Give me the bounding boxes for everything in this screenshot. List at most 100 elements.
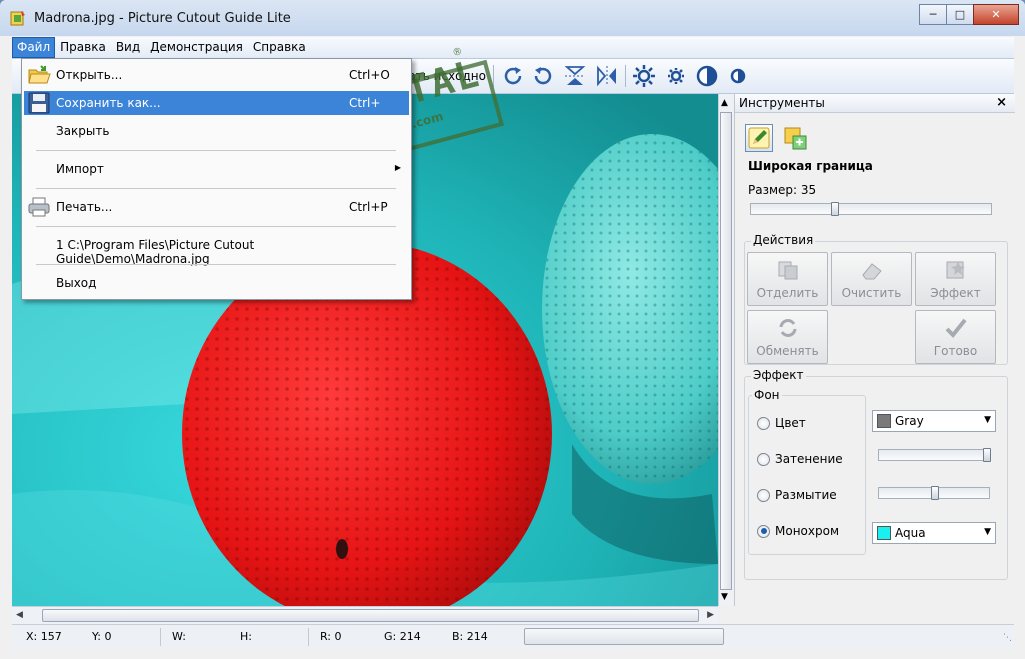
menu-exit-label: Выход [56,276,97,290]
shading-slider-thumb[interactable] [983,448,991,462]
vertical-scroll-thumb[interactable] [720,112,732,590]
radio-blur[interactable]: Размытие [757,488,837,502]
shading-slider[interactable] [878,448,991,462]
status-y: Y: 0 [92,630,112,643]
floppy-icon [28,92,50,114]
monochrome-color-value: Aqua [895,526,926,540]
file-menu-dropdown: Открыть... Ctrl+O Сохранить как... Ctrl+… [21,58,412,300]
separate-button[interactable]: Отделить [747,252,828,306]
effect-group: Эффект Фон Цвет Затенение Размытие Монох… [744,368,1008,580]
contrast-down-icon[interactable] [726,64,750,88]
scroll-up-icon[interactable]: ▲ [721,98,728,108]
radio-color[interactable]: Цвет [757,416,806,430]
menu-close-label: Закрыть [56,124,110,138]
swap-button-label: Обменять [756,344,819,358]
radio-blur-label: Размытие [775,488,837,502]
scroll-down-icon[interactable]: ▼ [721,592,728,602]
submenu-arrow-icon: ▶ [394,163,401,172]
app-logo-icon [10,11,25,26]
menu-open[interactable]: Открыть... Ctrl+O [24,63,409,87]
show-original-button[interactable]: зать исходно [402,69,486,83]
add-region-icon [784,127,807,150]
radio-shading-label: Затенение [775,452,843,466]
rotate-left-icon[interactable] [531,64,555,88]
brightness-up-icon[interactable] [632,64,656,88]
menu-edit[interactable]: Правка [55,37,111,58]
menu-demo[interactable]: Демонстрация [145,37,248,58]
menu-recent-file-label: 1 C:\Program Files\Picture Cutout Guide\… [56,238,255,266]
selection-tool-tab[interactable] [781,124,809,152]
monochrome-color-swatch [877,526,891,540]
scroll-right-icon[interactable]: ▶ [707,610,714,620]
folder-icon [28,65,51,84]
toolbar-separator [493,65,494,87]
rotate-right-icon[interactable] [501,64,525,88]
menu-import-label: Импорт [56,162,104,176]
blur-slider-thumb[interactable] [931,486,939,500]
monochrome-color-combo[interactable]: Aqua ▼ [872,522,996,544]
minimize-icon: ─ [929,8,937,21]
contrast-up-icon[interactable] [695,64,719,88]
title-bar[interactable]: Madrona.jpg - Picture Cutout Guide Lite … [0,0,1025,36]
brush-tool-tab[interactable] [745,124,773,152]
flip-horizontal-icon[interactable] [595,64,619,88]
panel-close-icon[interactable]: × [996,95,1007,110]
status-height: H: [240,630,252,643]
blur-slider[interactable] [878,486,990,500]
chevron-down-icon: ▼ [984,527,991,537]
swap-icon [779,319,797,337]
swap-button[interactable]: Обменять [747,310,828,364]
scroll-left-icon[interactable]: ◀ [16,610,23,620]
window-title: Madrona.jpg - Picture Cutout Guide Lite [34,11,291,26]
effect-button[interactable]: Эффект [915,252,996,306]
status-bar: X: 157 Y: 0 W: H: R: 0 G: 214 B: 214 ⋱ [12,624,1014,649]
menu-print-label: Печать... [56,200,113,214]
menu-save-as-label: Сохранить как... [56,96,161,110]
menu-separator [36,226,396,227]
size-slider-thumb[interactable] [831,202,839,216]
close-icon: ✕ [991,8,1001,21]
menu-view[interactable]: Вид [111,37,145,58]
clear-button[interactable]: Очистить [831,252,912,306]
menu-print[interactable]: Печать... Ctrl+P [24,195,409,219]
tools-panel-title: Инструменты [739,96,825,110]
menu-exit[interactable]: Выход [24,271,409,295]
menu-import[interactable]: Импорт ▶ [24,157,409,181]
menu-print-shortcut: Ctrl+P [349,200,388,214]
menu-close[interactable]: Закрыть [24,119,409,143]
radio-monochrome[interactable]: Монохром [757,524,839,538]
radio-shading-button[interactable] [757,452,770,466]
resize-grip-icon[interactable]: ⋱ [1003,633,1012,643]
close-button[interactable]: ✕ [973,4,1019,25]
status-x: X: 157 [26,630,62,643]
menu-file[interactable]: Файл [12,37,56,58]
chevron-down-icon: ▼ [984,415,991,425]
brightness-down-icon[interactable] [664,64,688,88]
menu-recent-file[interactable]: 1 C:\Program Files\Picture Cutout Guide\… [24,233,409,266]
brush-section-title: Широкая граница [748,159,873,173]
background-color-combo[interactable]: Gray ▼ [872,410,996,432]
effect-icon [946,261,965,279]
radio-shading[interactable]: Затенение [757,452,843,466]
checkmark-icon [945,318,967,338]
menu-save-as[interactable]: Сохранить как... Ctrl+ [24,91,409,115]
menu-help[interactable]: Справка [248,37,311,58]
horizontal-scrollbar[interactable]: ◀ ▶ [12,606,718,624]
printer-icon [28,197,50,217]
horizontal-scroll-thumb[interactable] [42,609,699,622]
size-slider[interactable] [750,202,992,216]
radio-blur-button[interactable] [757,488,770,502]
vertical-scrollbar[interactable]: ▲ ▼ [718,94,733,606]
menu-open-shortcut: Ctrl+O [349,68,390,82]
menu-separator [36,150,396,151]
flip-vertical-icon[interactable] [563,64,587,88]
pencil-icon [748,127,770,149]
radio-color-button[interactable] [757,416,770,430]
background-color-value: Gray [895,414,924,428]
maximize-button[interactable]: □ [946,4,974,25]
done-button[interactable]: Готово [915,310,996,364]
minimize-button[interactable]: ─ [919,4,947,25]
radio-monochrome-button[interactable] [757,524,770,538]
effect-button-label: Эффект [930,286,981,300]
separate-button-label: Отделить [756,286,819,300]
